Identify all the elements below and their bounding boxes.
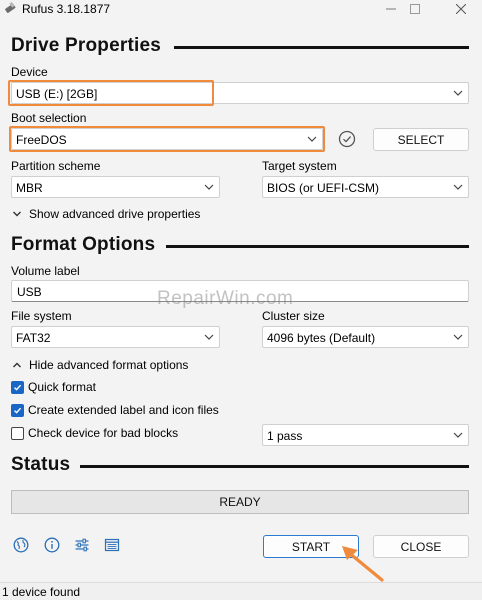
section-divider [166, 245, 469, 248]
chevron-down-icon [453, 90, 463, 96]
status-bar-text: 1 device found [2, 585, 81, 599]
partition-scheme-label: Partition scheme [11, 159, 101, 173]
show-advanced-drive-label: Show advanced drive properties [29, 207, 201, 221]
passes-value: 1 pass [267, 429, 303, 443]
volume-label-value: USB [17, 285, 42, 299]
device-label: Device [11, 65, 48, 79]
bad-blocks-checkbox[interactable]: Check device for bad blocks [11, 426, 178, 440]
extended-label-checkbox[interactable]: Create extended label and icon files [11, 403, 219, 417]
close-window-button[interactable] [438, 0, 482, 17]
settings-sliders-icon[interactable] [74, 537, 90, 553]
status-heading: Status [11, 454, 71, 475]
title-bar: Rufus 3.18.1877 [0, 0, 482, 17]
status-progress-bar: READY [11, 490, 469, 514]
chevron-down-icon [453, 184, 463, 190]
file-system-value: FAT32 [16, 331, 51, 345]
chevron-down-icon [453, 432, 463, 438]
hide-advanced-format-label: Hide advanced format options [29, 358, 189, 372]
watermark: RepairWin.com [157, 288, 294, 309]
status-progress-text: READY [219, 495, 261, 509]
chevron-up-icon [13, 362, 21, 368]
quick-format-label: Quick format [28, 380, 97, 394]
rufus-app-icon [5, 1, 16, 13]
file-system-dropdown[interactable]: FAT32 [11, 326, 220, 348]
section-divider [174, 46, 469, 49]
pointer-arrow-annotation [342, 546, 384, 582]
chevron-down-icon [453, 334, 463, 340]
close-button[interactable]: CLOSE [373, 535, 469, 558]
status-bar: 1 device found [0, 582, 482, 600]
checkbox-unchecked-icon [11, 426, 24, 440]
globe-icon[interactable] [13, 537, 29, 553]
extended-label-label: Create extended label and icon files [28, 403, 219, 417]
verify-checkmark-icon[interactable] [338, 130, 356, 148]
quick-format-checkbox[interactable]: Quick format [11, 380, 96, 394]
maximize-button[interactable] [392, 0, 438, 17]
boot-selection-label: Boot selection [11, 111, 87, 125]
device-highlight-box [8, 80, 214, 106]
target-system-value: BIOS (or UEFI-CSM) [267, 181, 380, 195]
volume-label-label: Volume label [11, 264, 80, 278]
partition-scheme-value: MBR [16, 181, 43, 195]
checkbox-checked-icon [11, 403, 24, 417]
boot-selection-highlight-box [9, 126, 325, 152]
close-icon [456, 3, 466, 14]
select-button[interactable]: SELECT [373, 128, 469, 151]
cluster-size-dropdown[interactable]: 4096 bytes (Default) [262, 326, 469, 348]
log-icon[interactable] [104, 537, 120, 553]
show-advanced-drive-toggle[interactable]: Show advanced drive properties [11, 207, 200, 221]
info-icon[interactable] [44, 537, 60, 553]
cluster-size-label: Cluster size [262, 309, 325, 323]
chevron-down-icon [204, 184, 214, 190]
section-divider [80, 465, 469, 468]
chevron-down-icon [13, 211, 21, 217]
window-title: Rufus 3.18.1877 [22, 2, 111, 16]
hide-advanced-format-toggle[interactable]: Hide advanced format options [11, 358, 188, 372]
format-options-heading: Format Options [11, 234, 156, 255]
drive-properties-heading: Drive Properties [11, 35, 161, 56]
file-system-label: File system [11, 309, 72, 323]
chevron-down-icon [204, 334, 214, 340]
maximize-icon [410, 3, 420, 14]
cluster-size-value: 4096 bytes (Default) [267, 331, 376, 345]
passes-dropdown[interactable]: 1 pass [262, 424, 469, 446]
partition-scheme-dropdown[interactable]: MBR [11, 176, 220, 198]
checkbox-checked-icon [11, 380, 24, 394]
bad-blocks-label: Check device for bad blocks [28, 426, 179, 440]
target-system-dropdown[interactable]: BIOS (or UEFI-CSM) [262, 176, 469, 198]
target-system-label: Target system [262, 159, 337, 173]
